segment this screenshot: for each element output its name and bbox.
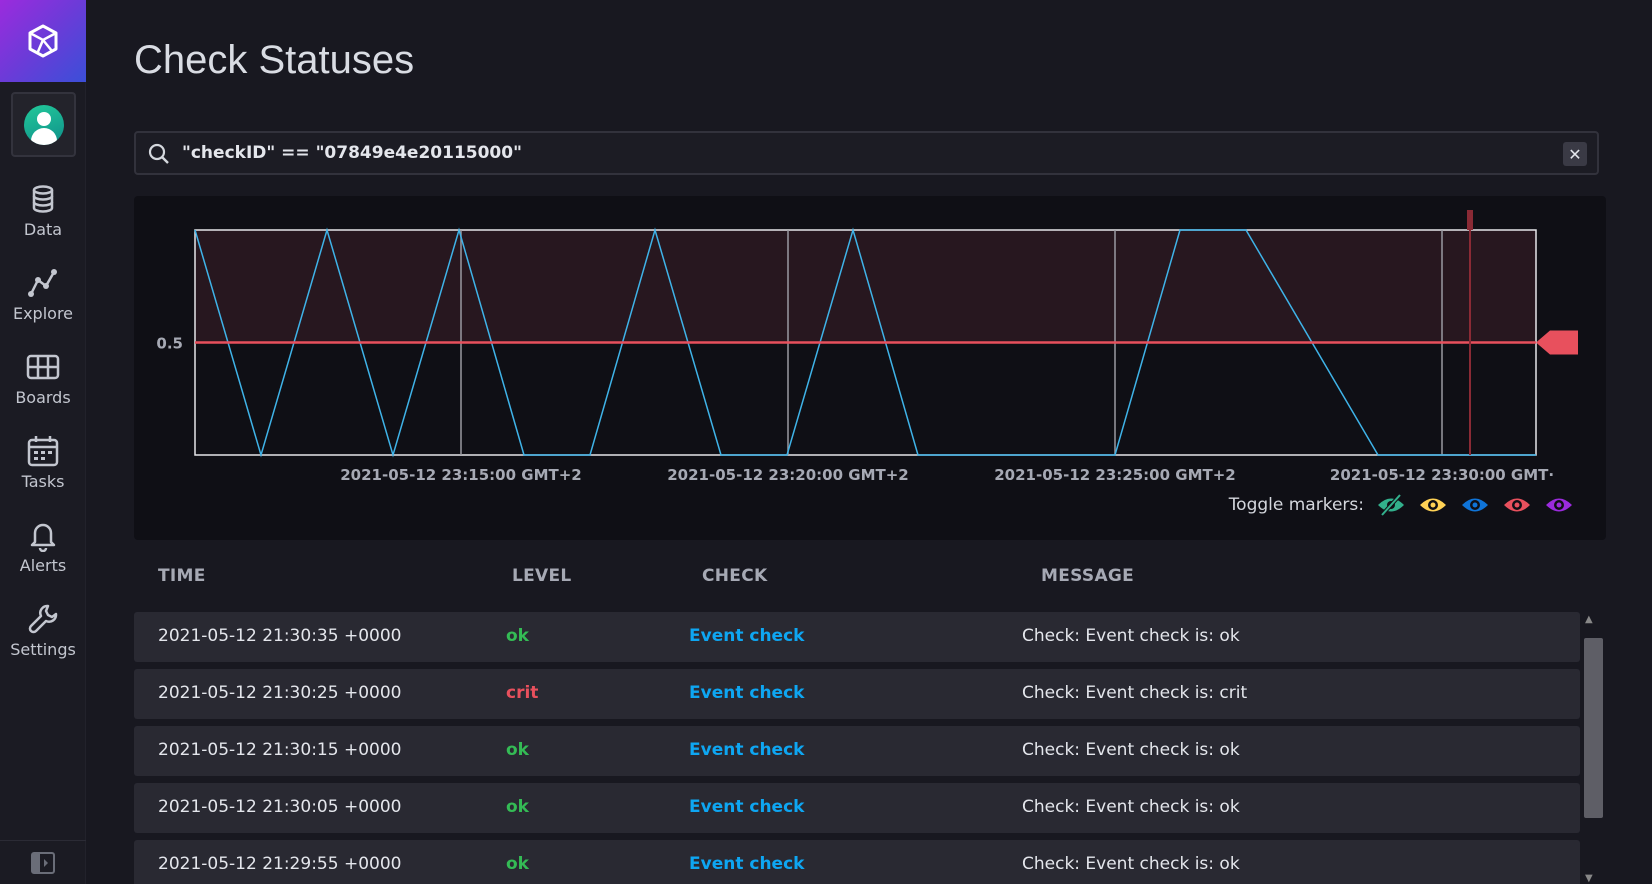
nav-item-data[interactable]: Data — [0, 182, 86, 258]
row-level: ok — [506, 797, 529, 817]
table-row: 2021-05-12 21:30:05 +0000 ok Event check… — [134, 783, 1580, 833]
user-avatar-button[interactable] — [11, 92, 76, 157]
row-level: ok — [506, 854, 529, 874]
dashboard-grid-icon — [26, 354, 60, 380]
x-tick-label: 2021-05-12 23:15:00 GMT+2 — [340, 466, 582, 484]
warn-marker-toggle[interactable] — [1458, 492, 1492, 518]
row-message: Check: Event check is: ok — [1022, 854, 1240, 874]
table-row: 2021-05-12 21:30:15 +0000 ok Event check… — [134, 726, 1580, 776]
eye-icon — [1462, 498, 1488, 512]
row-check-link[interactable]: Event check — [689, 626, 804, 646]
row-time: 2021-05-12 21:30:35 +0000 — [158, 626, 402, 646]
nav-item-label: Alerts — [19, 556, 67, 575]
clear-search-button[interactable]: ✕ — [1563, 142, 1587, 166]
row-time: 2021-05-12 21:29:55 +0000 — [158, 854, 402, 874]
nav-item-label: Explore — [12, 304, 74, 323]
row-level: ok — [506, 740, 529, 760]
eye-slash-icon — [1378, 494, 1404, 516]
bell-icon — [30, 523, 56, 552]
x-tick-label: 2021-05-12 23:25:00 GMT+2 — [994, 466, 1236, 484]
nav-item-alerts[interactable]: Alerts — [0, 518, 86, 594]
sidebar: Data Explore Boards Tasks Alerts Setting… — [0, 0, 86, 884]
ok-marker-toggle[interactable] — [1374, 492, 1408, 518]
row-time: 2021-05-12 21:30:15 +0000 — [158, 740, 402, 760]
nav-item-boards[interactable]: Boards — [0, 350, 86, 426]
nav-item-label: Data — [23, 220, 63, 239]
sidebar-expand-icon — [31, 851, 55, 874]
page-title: Check Statuses — [134, 38, 415, 82]
table-row: 2021-05-12 21:29:55 +0000 ok Event check… — [134, 840, 1580, 884]
user-avatar-icon — [23, 104, 64, 145]
calendar-icon — [27, 436, 59, 467]
wrench-icon — [28, 604, 58, 634]
threshold-region — [195, 230, 1536, 343]
row-check-link[interactable]: Event check — [689, 854, 804, 874]
toggle-markers-label: Toggle markers: — [1228, 495, 1364, 515]
table-row: 2021-05-12 21:30:35 +0000 ok Event check… — [134, 612, 1580, 662]
table-scrollbar[interactable]: ▲ ▼ — [1581, 612, 1603, 884]
scroll-thumb[interactable] — [1584, 638, 1603, 818]
unknown-marker-toggle[interactable] — [1542, 492, 1576, 518]
row-time: 2021-05-12 21:30:25 +0000 — [158, 683, 402, 703]
x-tick-label: 2021-05-12 23:30:00 GMT· — [1330, 466, 1554, 484]
row-message: Check: Event check is: ok — [1022, 626, 1240, 646]
y-tick-label: 0.5 — [156, 335, 183, 353]
database-icon — [32, 185, 54, 213]
nav-item-label: Boards — [15, 388, 71, 407]
x-tick-label: 2021-05-12 23:20:00 GMT+2 — [667, 466, 909, 484]
search-bar: ✕ — [134, 131, 1599, 175]
column-header-message[interactable]: MESSAGE — [1041, 566, 1134, 586]
toggle-markers: Toggle markers: — [1229, 492, 1576, 518]
status-chart-panel: 0.5 2021-05-12 23:15:00 GMT+2 2021-05-12 2… — [134, 196, 1606, 540]
row-level: ok — [506, 626, 529, 646]
row-level: crit — [506, 683, 539, 703]
row-check-link[interactable]: Event check — [689, 740, 804, 760]
logo[interactable] — [0, 0, 86, 82]
nav-item-settings[interactable]: Settings — [0, 602, 86, 678]
status-chart: 0.5 2021-05-12 23:15:00 GMT+2 2021-05-12 2… — [156, 210, 1578, 484]
nav-item-label: Tasks — [21, 472, 65, 491]
influx-cube-icon — [28, 24, 58, 58]
table-row: 2021-05-12 21:30:25 +0000 crit Event che… — [134, 669, 1580, 719]
row-message: Check: Event check is: ok — [1022, 740, 1240, 760]
row-message: Check: Event check is: ok — [1022, 797, 1240, 817]
scroll-down-arrow-icon[interactable]: ▼ — [1585, 873, 1593, 884]
column-header-time[interactable]: TIME — [158, 566, 206, 586]
nav-item-explore[interactable]: Explore — [0, 266, 86, 342]
crit-marker-head — [1467, 210, 1473, 230]
sidebar-collapse-button[interactable] — [0, 840, 86, 884]
eye-icon — [1420, 498, 1446, 512]
nav-item-label: Settings — [10, 640, 76, 659]
row-time: 2021-05-12 21:30:05 +0000 — [158, 797, 402, 817]
eye-icon — [1546, 498, 1572, 512]
search-icon — [148, 143, 169, 164]
search-input[interactable] — [182, 139, 1542, 167]
threshold-handle — [1536, 330, 1578, 355]
column-header-level[interactable]: LEVEL — [512, 566, 572, 586]
row-message: Check: Event check is: crit — [1022, 683, 1248, 703]
table-header: TIME LEVEL CHECK MESSAGE — [134, 556, 1599, 596]
info-marker-toggle[interactable] — [1416, 492, 1450, 518]
status-table-body: 2021-05-12 21:30:35 +0000 ok Event check… — [134, 612, 1580, 884]
eye-icon — [1504, 498, 1530, 512]
scroll-up-arrow-icon[interactable]: ▲ — [1585, 614, 1593, 625]
column-header-check[interactable]: CHECK — [702, 566, 767, 586]
graph-line-icon — [28, 269, 57, 297]
row-check-link[interactable]: Event check — [689, 797, 804, 817]
row-check-link[interactable]: Event check — [689, 683, 804, 703]
crit-marker-toggle[interactable] — [1500, 492, 1534, 518]
nav-item-tasks[interactable]: Tasks — [0, 434, 86, 510]
